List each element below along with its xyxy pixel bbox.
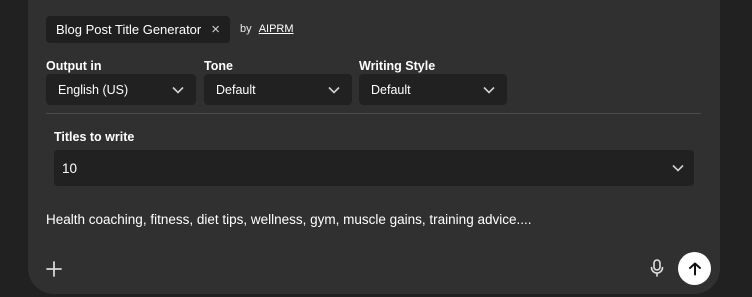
close-icon[interactable]: ×: [211, 22, 220, 37]
author-link[interactable]: AIPRM: [259, 23, 294, 35]
tone-value: Default: [216, 82, 256, 97]
writing-style-label: Writing Style: [359, 59, 436, 73]
tone-label: Tone: [204, 59, 233, 73]
titles-to-write-label: Titles to write: [54, 130, 135, 144]
writing-style-value: Default: [371, 82, 411, 97]
chevron-down-icon: [672, 164, 684, 172]
output-in-label: Output in: [46, 59, 102, 73]
author-credit: by AIPRM: [240, 23, 294, 35]
chevron-down-icon: [172, 86, 184, 94]
titles-count-value: 10: [62, 160, 78, 176]
divider: [46, 113, 701, 114]
plus-icon[interactable]: [44, 259, 64, 279]
by-label: by: [240, 23, 252, 35]
prompt-template-chip[interactable]: Blog Post Title Generator ×: [46, 16, 231, 43]
microphone-icon[interactable]: [648, 258, 666, 278]
output-language-select[interactable]: English (US): [46, 74, 196, 105]
prompt-input[interactable]: Health coaching, fitness, diet tips, wel…: [46, 212, 531, 227]
send-button[interactable]: [678, 252, 711, 285]
tone-select[interactable]: Default: [204, 74, 352, 105]
chevron-down-icon: [483, 86, 495, 94]
writing-style-select[interactable]: Default: [359, 74, 507, 105]
output-language-value: English (US): [58, 82, 129, 97]
titles-count-select[interactable]: 10: [54, 150, 694, 186]
composer-panel: Blog Post Title Generator × by AIPRM Out…: [28, 0, 720, 294]
arrow-up-icon: [688, 262, 701, 275]
prompt-template-title: Blog Post Title Generator: [56, 22, 202, 37]
chevron-down-icon: [328, 86, 340, 94]
